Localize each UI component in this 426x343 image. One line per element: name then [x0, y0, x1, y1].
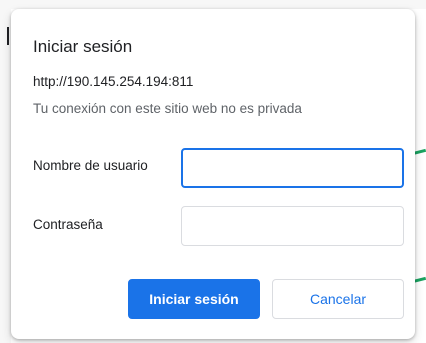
privacy-warning: Tu conexión con este sitio web no es pri… [33, 101, 302, 116]
page-edge-left [0, 0, 11, 343]
sign-in-button[interactable]: Iniciar sesión [128, 279, 260, 319]
origin-url: http://190.145.254.194:811 [33, 74, 194, 89]
password-label: Contraseña [33, 217, 103, 232]
cancel-button[interactable]: Cancelar [272, 279, 404, 319]
password-input[interactable] [181, 206, 404, 246]
username-label: Nombre de usuario [33, 158, 148, 173]
background-text-fragment [7, 27, 9, 45]
username-input[interactable] [181, 148, 404, 188]
sign-in-dialog: Iniciar sesión http://190.145.254.194:81… [11, 9, 415, 339]
page-edge-top [0, 0, 426, 9]
dialog-title: Iniciar sesión [33, 37, 133, 56]
